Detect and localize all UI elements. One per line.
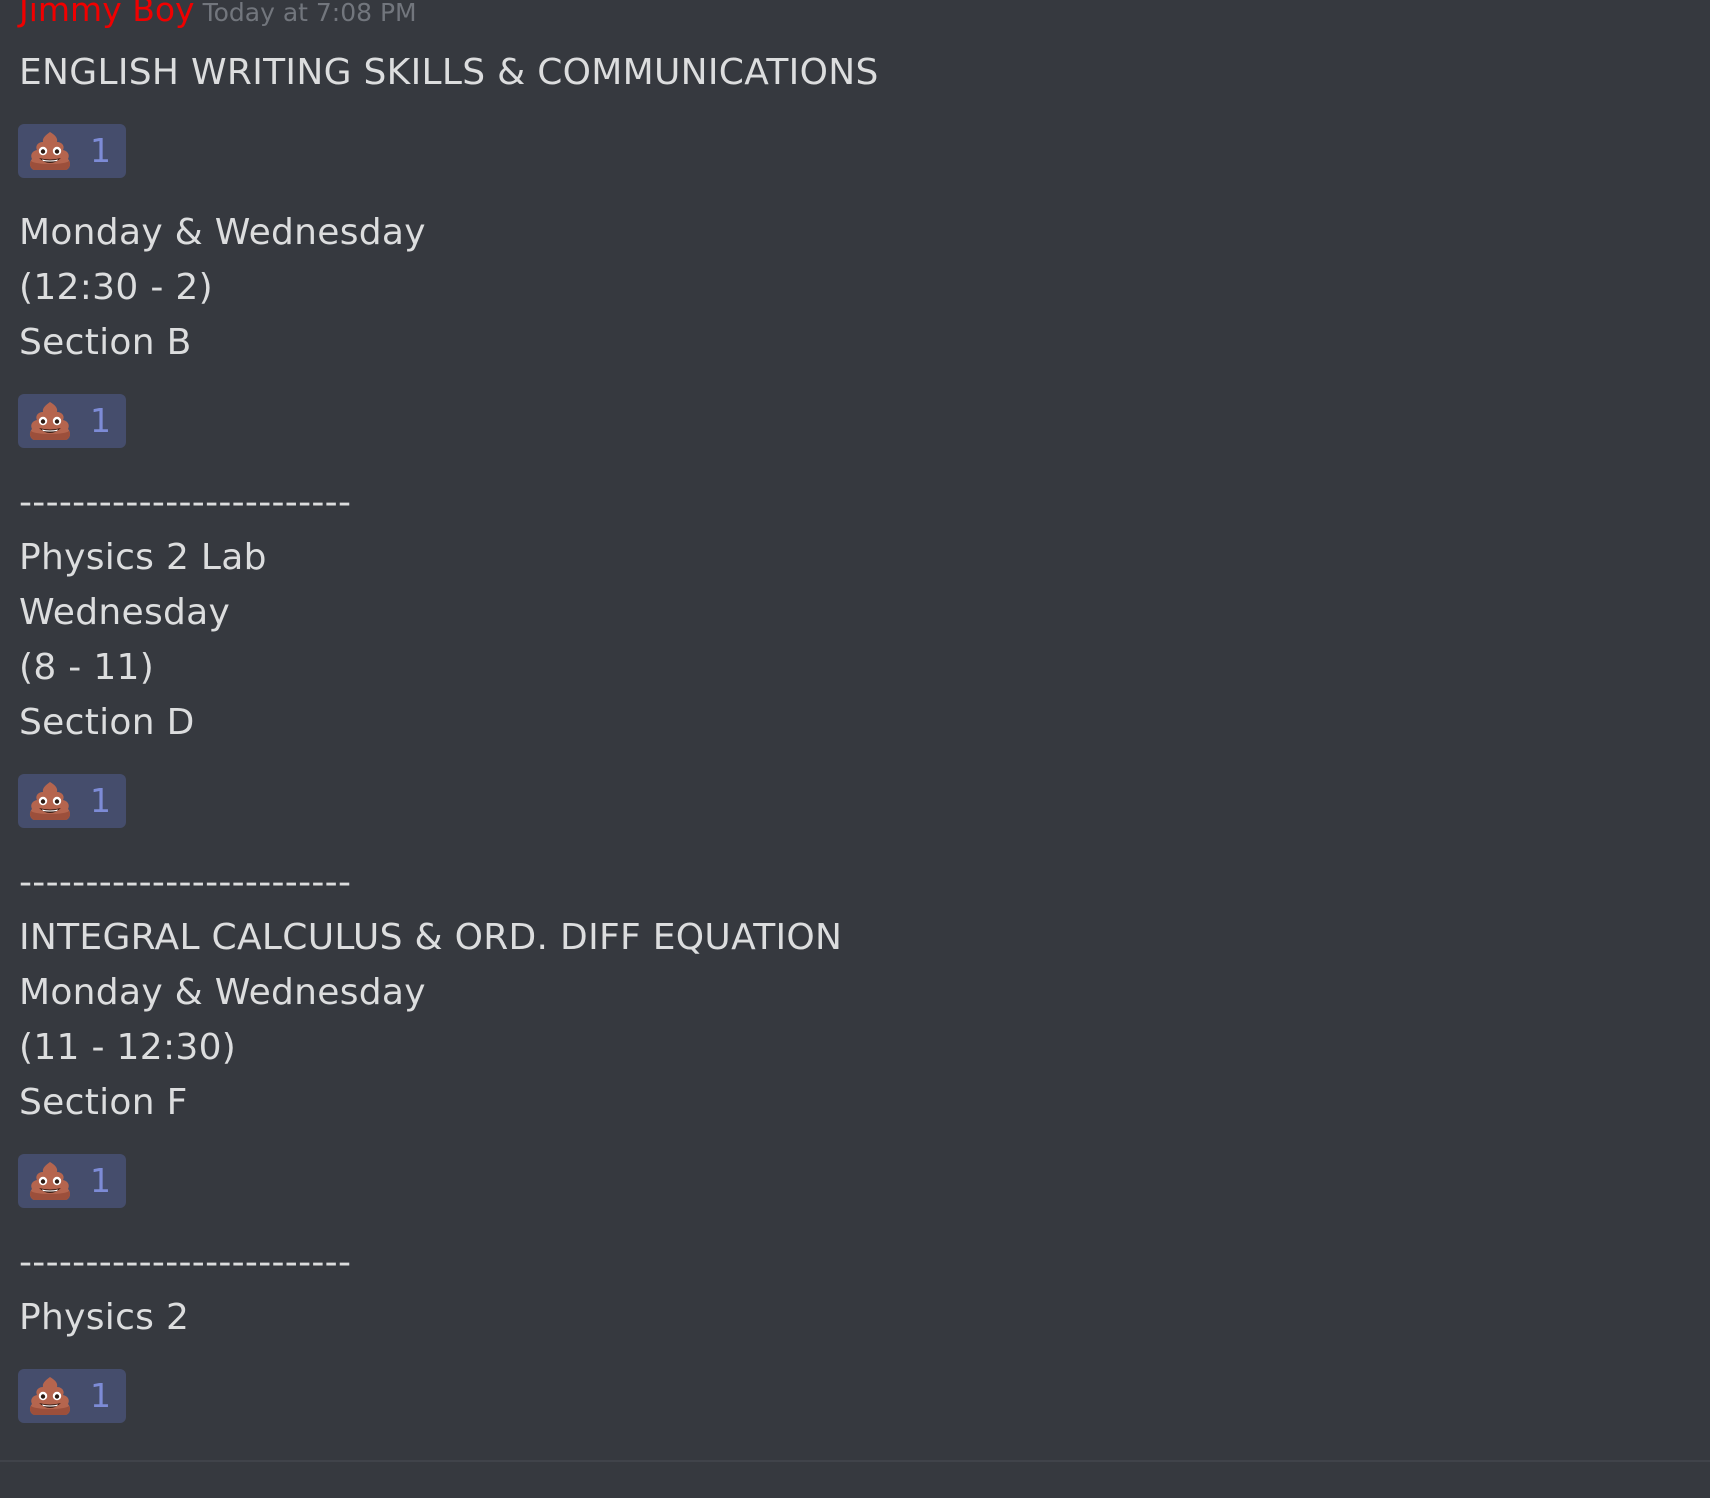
pile-of-poo-icon [29, 782, 71, 820]
message-line: INTEGRAL CALCULUS & ORD. DIFF EQUATION [19, 917, 843, 958]
message-line: (12:30 - 2) [19, 267, 213, 308]
message-timestamp: Today at 7:08 PM [202, 0, 417, 27]
reaction-button[interactable]: 1 [18, 394, 126, 448]
reaction-count: 1 [90, 401, 111, 440]
message-line: Section D [19, 702, 195, 743]
message-divider [0, 1460, 1710, 1462]
reaction-button[interactable]: 1 [18, 1154, 126, 1208]
pile-of-poo-icon [29, 1377, 71, 1415]
pile-of-poo-icon [29, 1162, 71, 1200]
message-line: ENGLISH WRITING SKILLS & COMMUNICATIONS [19, 52, 879, 93]
message-separator: ------------------------- [19, 1242, 352, 1283]
message-line: Wednesday [19, 592, 231, 633]
message-separator: ------------------------- [19, 482, 352, 523]
message-line: Physics 2 [19, 1297, 190, 1338]
message-line: Monday & Wednesday [19, 212, 426, 253]
reaction-count: 1 [90, 1161, 111, 1200]
message-line: (8 - 11) [19, 647, 155, 688]
reaction-button[interactable]: 1 [18, 124, 126, 178]
message-line: Section B [19, 322, 192, 363]
chat-message: Jimmy Boy Today at 7:08 PM ENGLISH WRITIN… [0, 0, 1710, 1460]
message-header: Jimmy Boy Today at 7:08 PM [19, 0, 417, 30]
message-line: Section F [19, 1082, 188, 1123]
pile-of-poo-icon [29, 402, 71, 440]
message-line: Monday & Wednesday [19, 972, 426, 1013]
pile-of-poo-icon [29, 132, 71, 170]
reaction-count: 1 [90, 131, 111, 170]
message-line: (11 - 12:30) [19, 1027, 237, 1068]
reaction-count: 1 [90, 781, 111, 820]
reaction-count: 1 [90, 1376, 111, 1415]
author-name[interactable]: Jimmy Boy [19, 0, 195, 29]
reaction-button[interactable]: 1 [18, 774, 126, 828]
message-line: Physics 2 Lab [19, 537, 267, 578]
message-separator: ------------------------- [19, 862, 352, 903]
reaction-button[interactable]: 1 [18, 1369, 126, 1423]
